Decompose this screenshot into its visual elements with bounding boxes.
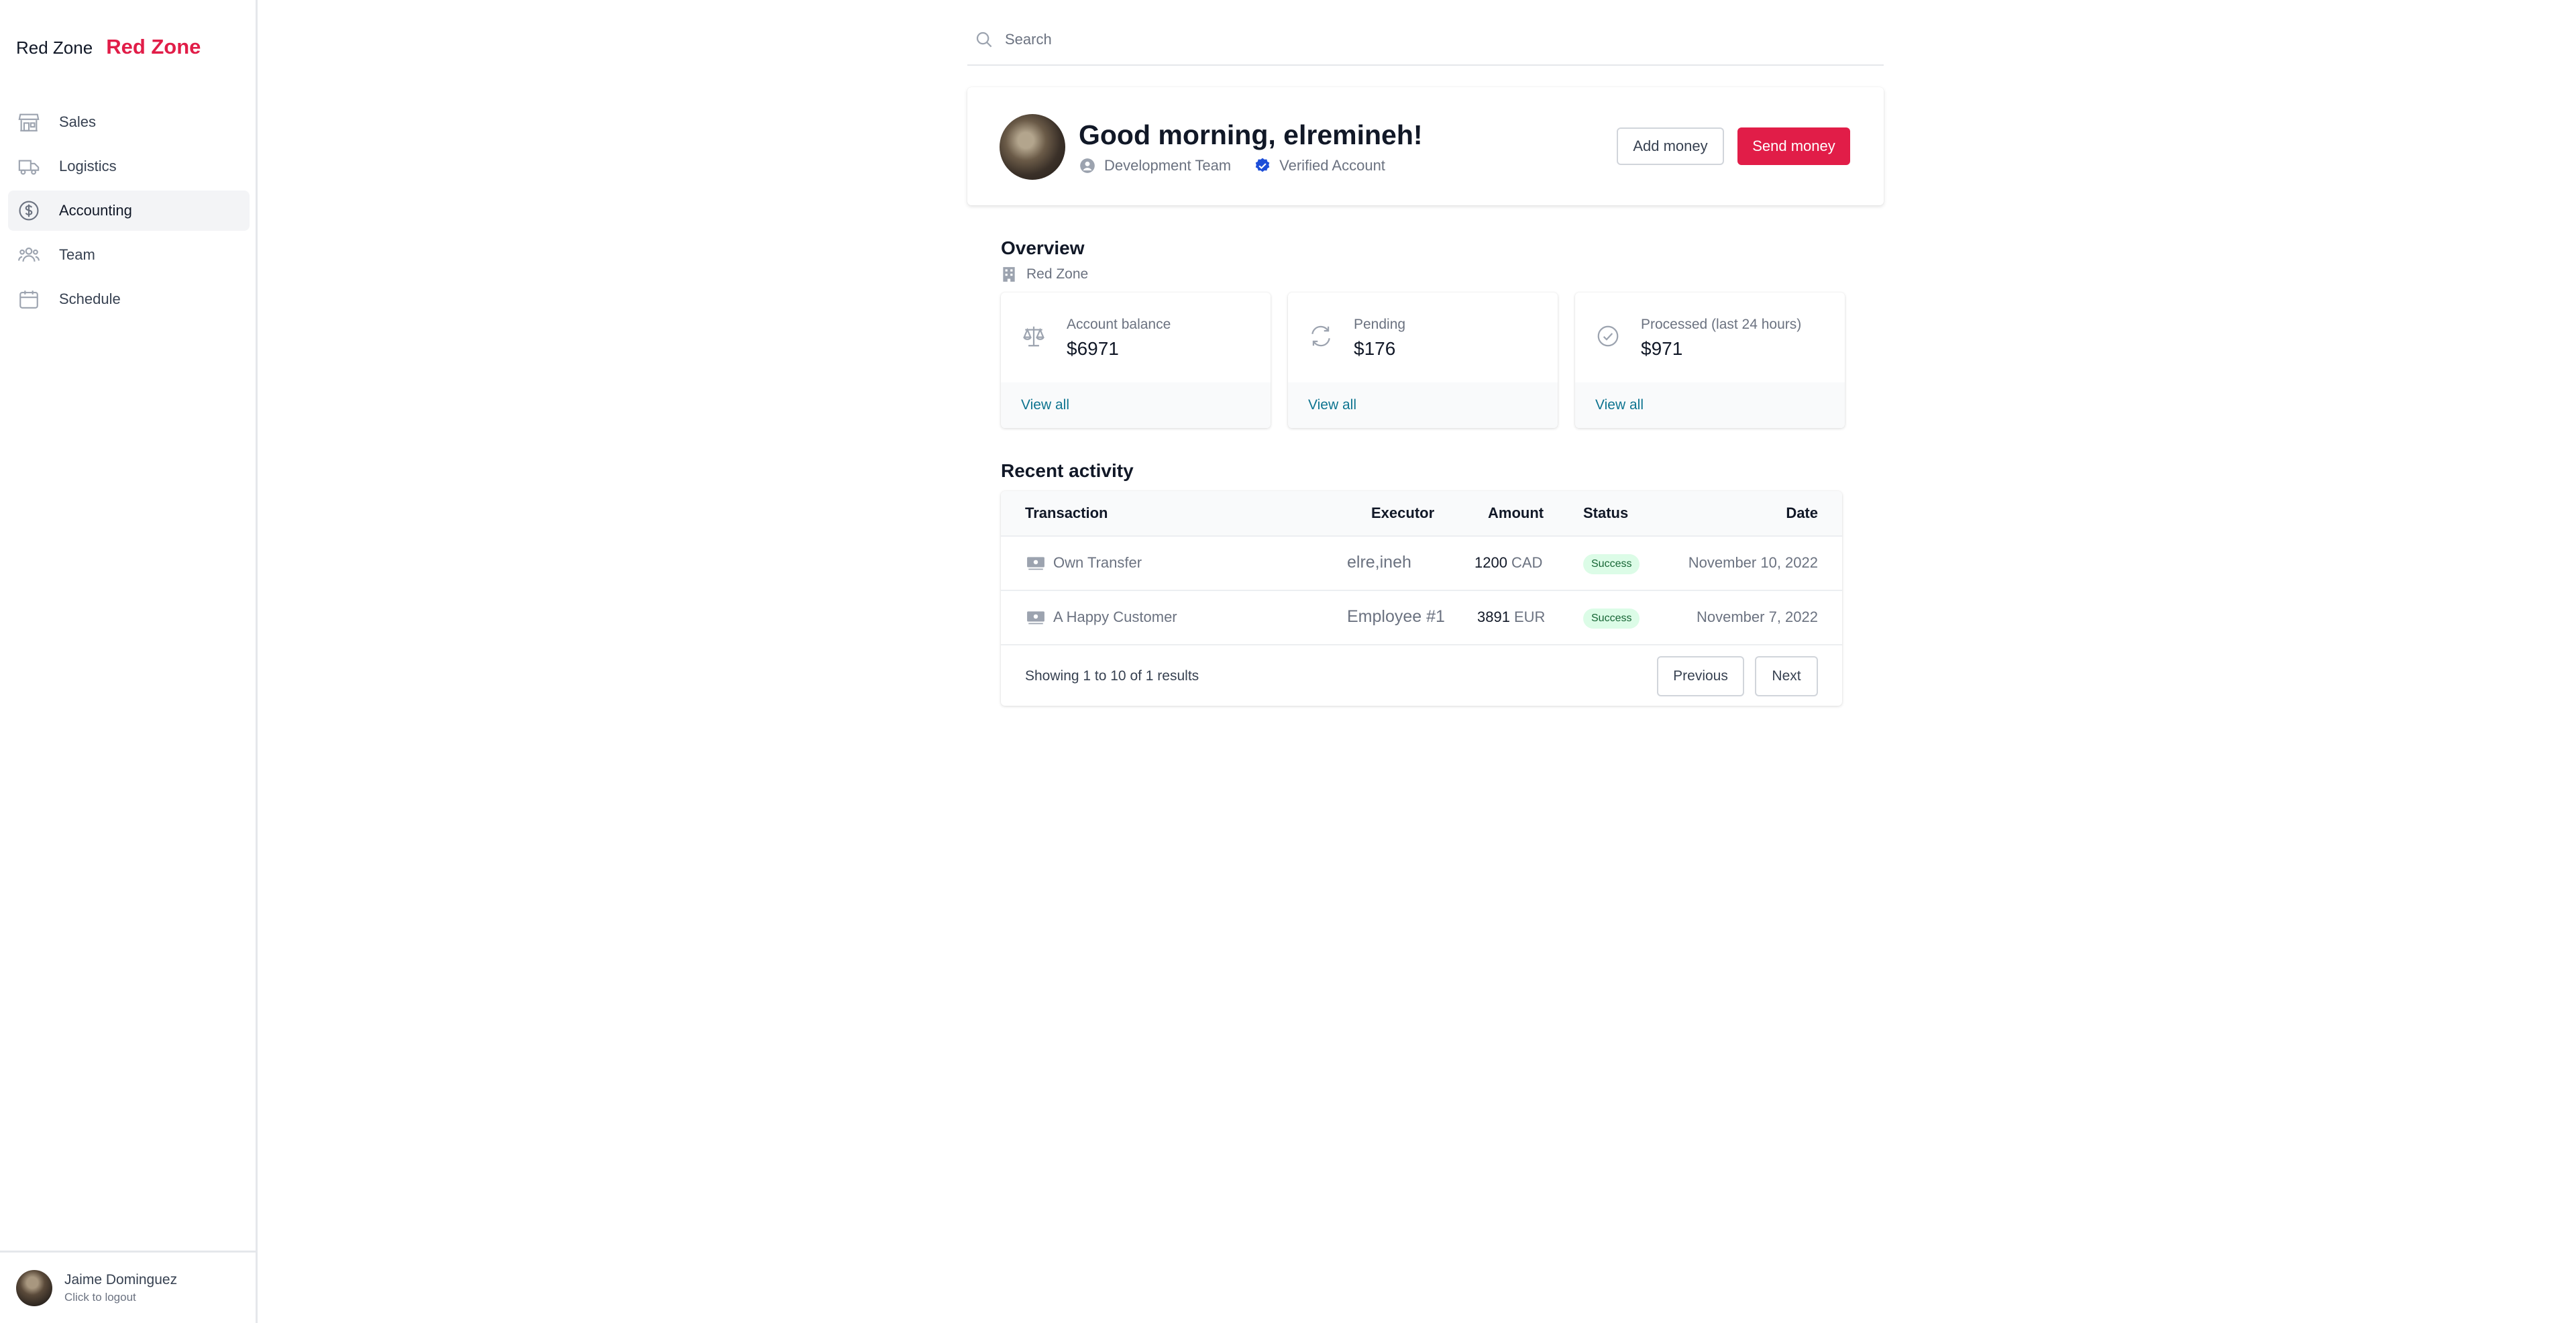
building-icon: [1001, 266, 1017, 283]
sidebar-item-sales[interactable]: Sales: [8, 102, 250, 142]
sidebar-item-logistics[interactable]: Logistics: [8, 146, 250, 187]
refresh-icon: [1308, 323, 1334, 349]
amount: 3891 EUR: [1477, 608, 1545, 626]
transaction-date: November 7, 2022: [1697, 608, 1818, 625]
transaction-name[interactable]: Own Transfer: [1053, 554, 1142, 572]
organization-name: Red Zone: [1026, 266, 1089, 282]
amount-currency: EUR: [1513, 608, 1546, 625]
view-all-link[interactable]: View all: [1308, 397, 1356, 413]
stat-card-balance: Account balance $6971 View all: [1001, 293, 1271, 428]
table-row[interactable]: Own Transfer elre,ineh 1200 CAD Success N…: [1001, 535, 1842, 590]
column-header-status: Status: [1583, 505, 1629, 521]
card-value: $6971: [1067, 338, 1119, 359]
banknote-icon: [1026, 554, 1045, 572]
sidebar-item-label: Team: [59, 246, 95, 263]
scale-icon: [1021, 323, 1046, 349]
send-money-button[interactable]: Send money: [1737, 127, 1850, 165]
brand-logo[interactable]: Red Zone: [106, 35, 201, 59]
card-label: Processed (last 24 hours): [1641, 317, 1802, 332]
overview-heading: Overview: [1001, 237, 1085, 258]
activity-table: Transaction Executor Amount Status Date …: [1001, 491, 1842, 706]
avatar: [1000, 114, 1065, 180]
pagination: Showing 1 to 10 of 1 results Previous Ne…: [1001, 644, 1842, 706]
sidebar-item-team[interactable]: Team: [8, 235, 250, 275]
status-badge: Success: [1583, 608, 1640, 629]
column-header-date: Date: [1786, 505, 1818, 521]
stat-card-processed: Processed (last 24 hours) $971 View all: [1575, 293, 1845, 428]
card-label: Pending: [1354, 317, 1406, 332]
sidebar-nav: Sales Logistics Accounting Team Schedule: [8, 102, 250, 323]
transaction-date: November 10, 2022: [1688, 554, 1818, 571]
banknote-icon: [1026, 608, 1045, 626]
executor: Employee #1: [1347, 607, 1445, 626]
previous-page-button[interactable]: Previous: [1657, 656, 1744, 696]
avatar: [16, 1269, 52, 1306]
status-badge: Success: [1583, 554, 1640, 574]
activity-heading: Recent activity: [1001, 460, 1134, 481]
logout-hint: Click to logout: [64, 1290, 136, 1304]
brand: Red Zone Red Zone: [16, 35, 201, 59]
overview-subtitle: Red Zone: [1001, 266, 1088, 283]
sidebar-item-label: Schedule: [59, 290, 121, 307]
column-header-executor: Executor: [1371, 505, 1435, 521]
amount-currency: CAD: [1511, 554, 1543, 571]
transaction-name[interactable]: A Happy Customer: [1053, 608, 1177, 626]
amount-value: 1200: [1474, 554, 1507, 571]
column-header-amount: Amount: [1488, 505, 1544, 521]
sidebar-item-accounting[interactable]: Accounting: [8, 191, 250, 231]
verified-check-icon: [1254, 157, 1271, 174]
search-bar: [967, 15, 1884, 66]
user-info: Jaime Dominguez Click to logout: [64, 1272, 177, 1304]
search-icon: [974, 30, 994, 50]
stat-card-pending: Pending $176 View all: [1288, 293, 1558, 428]
column-header-transaction: Transaction: [1025, 505, 1108, 521]
truck-icon: [17, 155, 40, 178]
sidebar-item-label: Sales: [59, 113, 97, 130]
users-icon: [17, 244, 40, 266]
results-summary: Showing 1 to 10 of 1 results: [1025, 668, 1199, 684]
greeting-card: Good morning, elremineh! Development Tea…: [967, 87, 1884, 205]
executor: elre,ineh: [1347, 553, 1411, 572]
view-all-link[interactable]: View all: [1021, 397, 1069, 413]
calendar-icon: [17, 288, 40, 311]
amount-value: 3891: [1477, 608, 1510, 625]
table-header: Transaction Executor Amount Status Date: [1001, 491, 1842, 535]
card-label: Account balance: [1067, 317, 1171, 332]
sidebar-item-schedule[interactable]: Schedule: [8, 279, 250, 319]
table-row[interactable]: A Happy Customer Employee #1 3891 EUR Suc…: [1001, 590, 1842, 644]
card-value: $176: [1354, 338, 1396, 359]
verified-status: Verified Account: [1279, 157, 1385, 174]
card-value: $971: [1641, 338, 1683, 359]
store-icon: [17, 111, 40, 134]
greeting-meta: Development Team Verified Account: [1079, 157, 1385, 174]
sidebar-item-label: Logistics: [59, 158, 117, 174]
user-name: Jaime Dominguez: [64, 1271, 178, 1287]
sidebar-item-label: Accounting: [59, 202, 132, 219]
add-money-button[interactable]: Add money: [1617, 127, 1724, 165]
search-input[interactable]: [1005, 31, 1810, 48]
page-title: Good morning, elremineh!: [1079, 119, 1423, 150]
dollar-icon: [17, 199, 40, 222]
sidebar: Red Zone Red Zone Sales Logistics Accoun…: [0, 0, 258, 1323]
team-name: Development Team: [1104, 157, 1232, 174]
user-circle-icon: [1079, 157, 1096, 174]
check-circle-icon: [1595, 323, 1621, 349]
brand-name: Red Zone: [16, 38, 93, 58]
next-page-button[interactable]: Next: [1755, 656, 1818, 696]
view-all-link[interactable]: View all: [1595, 397, 1644, 413]
user-logout[interactable]: Jaime Dominguez Click to logout: [0, 1251, 256, 1323]
amount: 1200 CAD: [1474, 554, 1542, 572]
